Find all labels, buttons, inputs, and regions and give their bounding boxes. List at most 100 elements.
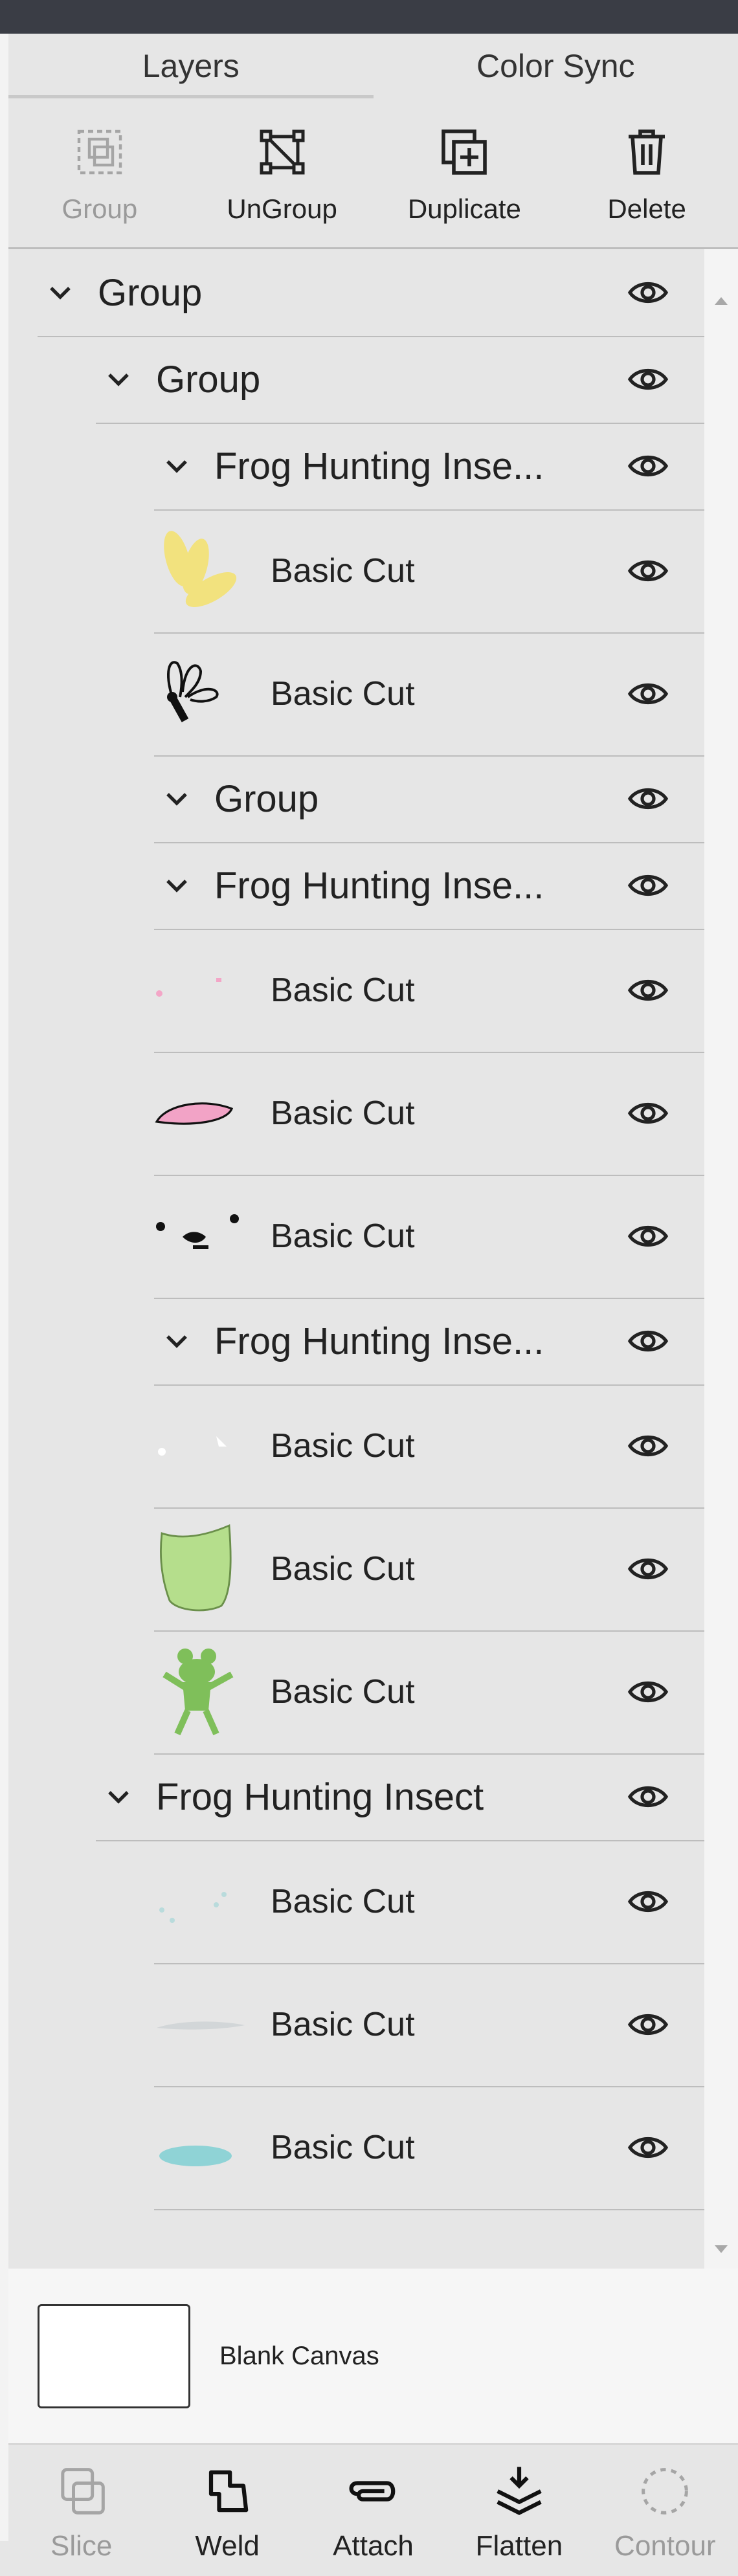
chevron-down-icon[interactable] (157, 866, 196, 905)
delete-label: Delete (607, 194, 686, 225)
chevron-down-icon[interactable] (99, 1777, 138, 1816)
eye-icon[interactable] (627, 555, 669, 586)
contour-button[interactable]: Contour (592, 2445, 738, 2576)
slice-button[interactable]: Slice (8, 2445, 154, 2576)
layer-thumbnail (154, 645, 245, 742)
eye-icon[interactable] (627, 1098, 669, 1129)
layer-cut-row[interactable]: Basic Cut (154, 2086, 708, 2210)
app-top-bar (0, 0, 738, 34)
layer-group-row[interactable]: Frog Hunting Insect (96, 1753, 708, 1841)
eye-icon[interactable] (627, 277, 669, 308)
layer-cut-row[interactable]: Basic Cut (154, 1840, 708, 1964)
layer-thumbnail (154, 1397, 245, 1494)
layers-scrollbar[interactable] (704, 249, 738, 2269)
contour-icon (632, 2459, 697, 2524)
layer-cut-label: Basic Cut (271, 1672, 415, 1711)
weld-icon (195, 2459, 260, 2524)
flatten-icon (487, 2459, 552, 2524)
duplicate-label: Duplicate (408, 194, 521, 225)
chevron-down-icon[interactable] (99, 360, 138, 399)
chevron-down-icon[interactable] (157, 779, 196, 818)
eye-icon[interactable] (627, 870, 669, 901)
group-label: Group (62, 194, 138, 225)
group-icon (69, 121, 131, 183)
canvas-swatch[interactable] (38, 2304, 190, 2408)
slice-icon (49, 2459, 114, 2524)
layer-group-row[interactable]: Group (154, 755, 708, 843)
layer-group-row[interactable]: Frog Hunting Inse... (154, 1298, 708, 1386)
eye-icon[interactable] (627, 2132, 669, 2163)
layer-thumbnail (154, 1065, 245, 1162)
layer-cut-row[interactable]: Basic Cut (154, 1384, 708, 1509)
weld-button[interactable]: Weld (154, 2445, 300, 2576)
layer-group-row[interactable]: Frog Hunting Inse... (154, 423, 708, 511)
layer-cut-label: Basic Cut (271, 1549, 415, 1588)
delete-button[interactable]: Delete (555, 98, 738, 247)
layer-group-row[interactable]: Group (38, 249, 708, 337)
layer-thumbnail (154, 1188, 245, 1285)
layer-cut-row[interactable]: Basic Cut (154, 1175, 708, 1299)
group-button[interactable]: Group (8, 98, 191, 247)
layer-cut-row[interactable]: Basic Cut (154, 1963, 708, 2087)
layer-cut-row[interactable]: Basic Cut (154, 1507, 708, 1632)
layer-title: Frog Hunting Insect (156, 1775, 484, 1819)
layer-thumbnail (154, 1643, 245, 1740)
slice-label: Slice (50, 2530, 112, 2562)
chevron-down-icon[interactable] (41, 273, 80, 312)
eye-icon[interactable] (627, 1676, 669, 1707)
scroll-up-arrow-icon[interactable] (713, 294, 729, 307)
ungroup-label: UnGroup (227, 194, 337, 225)
layer-cut-row[interactable]: Basic Cut (154, 929, 708, 1053)
layers-toolbar: Group UnGroup Duplicate (8, 98, 738, 249)
eye-icon[interactable] (627, 1886, 669, 1917)
tab-layers[interactable]: Layers (8, 34, 374, 98)
layer-group-row[interactable]: Group (96, 336, 708, 424)
attach-button[interactable]: Attach (300, 2445, 446, 2576)
eye-icon[interactable] (627, 975, 669, 1006)
layer-title: Group (214, 777, 319, 821)
layer-cut-label: Basic Cut (271, 1427, 415, 1465)
chevron-down-icon[interactable] (157, 447, 196, 485)
scroll-down-arrow-icon[interactable] (713, 2243, 729, 2256)
layer-cut-label: Basic Cut (271, 674, 415, 713)
eye-icon[interactable] (627, 2009, 669, 2040)
left-edge (0, 34, 8, 2541)
bottom-toolbar: Slice Weld Attach Flatten (8, 2443, 738, 2576)
eye-icon[interactable] (627, 1221, 669, 1252)
layer-cut-row[interactable]: Basic Cut (154, 509, 708, 634)
chevron-down-icon[interactable] (157, 1322, 196, 1360)
canvas-label: Blank Canvas (219, 2342, 379, 2371)
eye-icon[interactable] (627, 1326, 669, 1357)
panel-tabs: Layers Color Sync (8, 34, 738, 98)
layer-cut-label: Basic Cut (271, 1217, 415, 1256)
attach-label: Attach (333, 2530, 414, 2562)
flatten-button[interactable]: Flatten (446, 2445, 592, 2576)
layer-cut-row[interactable]: Basic Cut (154, 1630, 708, 1755)
layer-thumbnail (154, 2099, 245, 2196)
layer-cut-label: Basic Cut (271, 551, 415, 590)
paperclip-icon (341, 2459, 406, 2524)
eye-icon[interactable] (627, 1781, 669, 1812)
duplicate-button[interactable]: Duplicate (374, 98, 556, 247)
layer-thumbnail (154, 1853, 245, 1950)
eye-icon[interactable] (627, 783, 669, 814)
layer-title: Frog Hunting Inse... (214, 1320, 544, 1363)
duplicate-icon (433, 121, 495, 183)
eye-icon[interactable] (627, 1430, 669, 1461)
tab-color-sync[interactable]: Color Sync (374, 34, 738, 98)
layer-thumbnail (154, 1520, 245, 1617)
layer-cut-label: Basic Cut (271, 1882, 415, 1921)
layers-panel: Layers Color Sync Group UnGroup (8, 34, 738, 2541)
eye-icon[interactable] (627, 450, 669, 482)
ungroup-button[interactable]: UnGroup (191, 98, 374, 247)
layer-title: Frog Hunting Inse... (214, 445, 544, 488)
layer-group-row[interactable]: Frog Hunting Inse... (154, 842, 708, 930)
blank-canvas-row[interactable]: Blank Canvas (8, 2269, 738, 2443)
layer-cut-row[interactable]: Basic Cut (154, 1052, 708, 1176)
layer-title: Group (156, 358, 260, 401)
layer-thumbnail (154, 942, 245, 1039)
layer-cut-row[interactable]: Basic Cut (154, 632, 708, 757)
eye-icon[interactable] (627, 1553, 669, 1584)
eye-icon[interactable] (627, 678, 669, 709)
eye-icon[interactable] (627, 364, 669, 395)
